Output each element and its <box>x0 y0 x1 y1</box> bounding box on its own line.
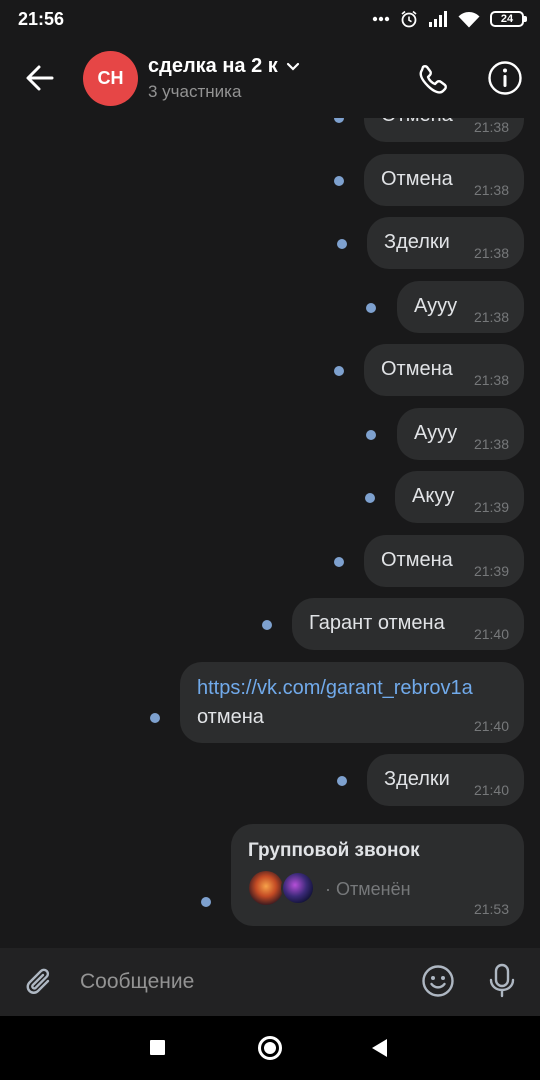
message-input[interactable]: Сообщение <box>80 970 194 994</box>
info-icon[interactable] <box>486 59 524 97</box>
chat-title[interactable]: сделка на 2 к <box>148 55 300 78</box>
message-bubble[interactable]: Отмена 21:38 <box>364 118 524 142</box>
participant-avatar <box>281 871 315 905</box>
chat-avatar[interactable]: СН <box>83 51 138 106</box>
status-bar: 21:56 24 <box>0 0 540 38</box>
message-bubble[interactable]: Гарант отмена 21:40 <box>292 598 524 650</box>
message-bubble[interactable]: Отмена 21:38 <box>364 344 524 396</box>
message-bubble[interactable]: Зделки 21:40 <box>367 754 524 806</box>
home-icon[interactable] <box>258 1036 282 1060</box>
unread-dot <box>334 118 344 123</box>
message-time: 21:38 <box>473 182 509 198</box>
unread-dot <box>365 493 375 503</box>
system-nav-bar <box>0 1016 540 1080</box>
battery-icon: 24 <box>490 11 527 27</box>
message-bubble[interactable]: Акуу 21:39 <box>395 471 524 523</box>
message-text: Акуу <box>412 485 455 507</box>
microphone-icon[interactable] <box>484 962 520 1005</box>
message-list[interactable]: Отмена 21:38 Отмена 21:38 Зделки 21:38 А… <box>0 118 540 948</box>
message-text: Отмена <box>381 168 453 190</box>
message-time: 21:38 <box>473 436 509 452</box>
message-time: 21:40 <box>473 782 509 798</box>
message-bubble[interactable]: Аууу 21:38 <box>397 281 524 333</box>
message-bubble[interactable]: Аууу 21:38 <box>397 408 524 460</box>
wifi-icon <box>458 11 480 28</box>
message-time: 21:38 <box>473 372 509 388</box>
unread-dot <box>334 557 344 567</box>
message-time: 21:38 <box>473 119 509 135</box>
recents-icon[interactable] <box>150 1040 165 1055</box>
unread-dot <box>150 713 160 723</box>
signal-icon <box>428 11 448 27</box>
message-bubble[interactable]: Отмена 21:39 <box>364 535 524 587</box>
message-bubble[interactable]: Отмена 21:38 <box>364 154 524 206</box>
message-time: 21:38 <box>473 309 509 325</box>
unread-dot <box>334 366 344 376</box>
chevron-down-icon <box>286 55 300 78</box>
message-time: 21:39 <box>473 499 509 515</box>
message-time: 21:53 <box>473 901 509 917</box>
message-text: Отмена <box>381 549 453 571</box>
paperclip-icon[interactable] <box>22 964 58 1005</box>
message-composer: Сообщение <box>0 948 540 1016</box>
more-dots-icon <box>372 16 390 22</box>
back-arrow-icon[interactable] <box>22 60 58 96</box>
message-time: 21:39 <box>473 563 509 579</box>
unread-dot <box>334 176 344 186</box>
unread-dot <box>201 897 211 907</box>
emoji-icon[interactable] <box>420 963 456 1004</box>
chat-subtitle: 3 участника <box>148 82 242 101</box>
chat-title-text: сделка на 2 к <box>148 55 278 77</box>
unread-dot <box>337 239 347 249</box>
message-time: 21:40 <box>473 718 509 734</box>
message-text: Отмена <box>381 118 453 127</box>
call-status: · Отменён <box>325 879 411 899</box>
chat-header: СН сделка на 2 к 3 участника <box>0 38 540 118</box>
unread-dot <box>366 303 376 313</box>
message-text: Аууу <box>414 295 458 317</box>
nav-back-icon[interactable] <box>372 1039 387 1057</box>
phone-icon[interactable] <box>414 60 452 98</box>
alarm-icon <box>400 10 418 28</box>
message-time: 21:38 <box>473 245 509 261</box>
status-icons: 24 <box>372 9 527 29</box>
message-text: Аууу <box>414 422 458 444</box>
participant-avatar <box>249 871 283 905</box>
group-call-bubble[interactable]: Групповой звонок · Отменён 21:53 <box>231 824 524 926</box>
message-text: Гарант отмена <box>309 612 445 634</box>
status-time: 21:56 <box>18 9 65 29</box>
message-text: Зделки <box>384 231 450 253</box>
message-bubble[interactable]: https://vk.com/garant_rebrov1a отмена 21… <box>180 662 524 743</box>
message-bubble[interactable]: Зделки 21:38 <box>367 217 524 269</box>
message-link[interactable]: https://vk.com/garant_rebrov1a <box>197 677 473 700</box>
unread-dot <box>262 620 272 630</box>
message-text: Отмена <box>381 358 453 380</box>
unread-dot <box>337 776 347 786</box>
message-text: отмена <box>197 706 264 728</box>
message-text: Зделки <box>384 768 450 790</box>
message-time: 21:40 <box>473 626 509 642</box>
unread-dot <box>366 430 376 440</box>
group-call-title: Групповой звонок <box>248 840 420 861</box>
